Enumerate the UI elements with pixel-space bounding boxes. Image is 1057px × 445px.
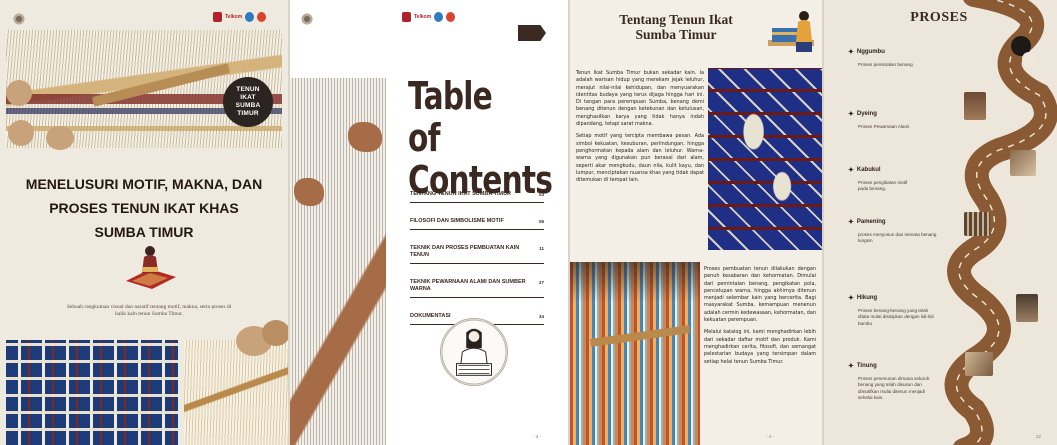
toc-item-page: 27 xyxy=(538,280,544,285)
page-number: 22 xyxy=(1036,434,1042,439)
step-name: Hikung xyxy=(856,295,878,301)
cover-title-line: PROSES TENUN IKAT KHAS xyxy=(49,200,239,216)
page-number: - 3 - xyxy=(533,434,542,439)
step-name: Tinung xyxy=(856,363,877,369)
sparkle-icon: ✦ xyxy=(848,167,854,174)
badge-line: TIMUR xyxy=(237,110,259,117)
toc-item-label: DOKUMENTASI xyxy=(410,313,451,319)
toc-heading: Table of Contents xyxy=(408,74,553,201)
loom-closeup-photo xyxy=(184,320,288,445)
flower-logo-icon xyxy=(300,12,314,26)
process-step: ✦ Dyeing Proses Pewarnaan Alami xyxy=(848,110,966,130)
toc-item-label: FILOSOFI DAN SIMBOLISME MOTIF xyxy=(410,218,504,224)
warping-photo xyxy=(964,212,990,236)
university-logo-icon xyxy=(434,12,444,22)
partner-logos: Telkom xyxy=(402,12,456,22)
process-step: ✦ Tinung Proses penenunan dimana seluruh … xyxy=(848,362,966,401)
weaving-woman-illustration xyxy=(440,318,508,386)
badge-line: SUMBA xyxy=(235,102,261,109)
cover-page[interactable]: Telkom TENUN IKAT SUMBA TIMUR MENELUSURI… xyxy=(0,0,288,445)
university-logo-icon xyxy=(245,12,255,22)
binding-photo xyxy=(1010,150,1036,176)
process-page[interactable]: PROSES ✦ Nggumbu Proses pemintalan benang… xyxy=(824,0,1057,445)
paragraph: Proses pembuatan tenun dilakukan dengan … xyxy=(704,266,816,324)
step-name: Nggumbu xyxy=(856,49,885,55)
weaving-photo xyxy=(965,352,993,376)
sparkle-icon: ✦ xyxy=(848,219,854,226)
toc-item-label: TEKNIK PEWARNAAN ALAMI DAN SUMBER WARNA xyxy=(410,279,526,292)
telkom-logo-text: Telkom xyxy=(414,14,432,20)
program-logo-icon xyxy=(446,12,456,22)
sparkle-icon: ✦ xyxy=(848,49,854,56)
step-name: Dyeing xyxy=(856,111,877,117)
toc-item[interactable]: FILOSOFI DAN SIMBOLISME MOTIF 06 xyxy=(410,215,544,230)
basket-center xyxy=(46,126,74,150)
cover-title-line: MENELUSURI MOTIF, MAKNA, DAN xyxy=(25,176,263,192)
arrow-tab-icon xyxy=(518,25,546,41)
about-page[interactable]: Tentang Tenun Ikat Sumba Timur Tenun Ika… xyxy=(570,0,822,445)
step-desc: Proses pengikatan motif pada benang. xyxy=(858,180,908,192)
process-step: ✦ Nggumbu Proses pemintalan benang xyxy=(848,48,966,68)
about-title: Tentang Tenun Ikat Sumba Timur xyxy=(592,12,760,42)
step-desc: Proses benang-benang yang telah ditata m… xyxy=(858,308,934,326)
ikat-motif-photo xyxy=(708,68,822,250)
cover-badge: TENUN IKAT SUMBA TIMUR xyxy=(223,77,273,127)
toc-item-label: TENTANG TENUN IKAT SUMBA TIMUR xyxy=(410,191,512,197)
process-step: ✦ Kabukul Proses pengikatan motif pada be… xyxy=(848,166,966,193)
loom-hands-photo xyxy=(290,78,386,445)
toc-item-page: 34 xyxy=(538,314,544,319)
toc-item[interactable]: TENTANG TENUN IKAT SUMBA TIMUR 03 xyxy=(410,188,544,203)
toc-item[interactable]: TEKNIK DAN PROSES PEMBUATAN KAIN TENUN 1… xyxy=(410,242,544,264)
step-desc: Proses pemintalan benang xyxy=(858,62,913,67)
telkom-logo-icon xyxy=(402,12,411,22)
colored-threads-photo xyxy=(570,262,700,445)
toc-page[interactable]: Telkom Table of Contents TENTANG TENUN I… xyxy=(290,0,568,445)
dyeing-photo xyxy=(964,92,986,120)
step-name: Pamening xyxy=(856,219,886,225)
badge-line: IKAT xyxy=(240,94,256,101)
about-process-text: Proses pembuatan tenun dilakukan dengan … xyxy=(704,266,816,366)
toc-item-page: 11 xyxy=(539,246,544,251)
about-title-line: Sumba Timur xyxy=(635,27,717,42)
hikung-photo xyxy=(1016,294,1038,322)
paragraph: Tenun Ikat Sumba Timur bukan sekadar kai… xyxy=(576,70,704,128)
toc-item-label: TEKNIK DAN PROSES PEMBUATAN KAIN TENUN xyxy=(410,245,520,258)
step-desc: Proses penenunan dimana seluruh benang y… xyxy=(858,376,930,400)
step-desc: Proses Pewarnaan Alami xyxy=(858,124,910,129)
telkom-logo-text: Telkom xyxy=(225,14,243,20)
program-logo-icon xyxy=(257,12,267,22)
sparkle-icon: ✦ xyxy=(848,295,854,302)
cotton-photo xyxy=(1022,52,1036,66)
weaver-illustration xyxy=(768,11,814,52)
toc-item-page: 06 xyxy=(538,219,544,224)
partner-logos: Telkom xyxy=(213,12,267,22)
page-number: - 4 - xyxy=(766,434,775,439)
ikat-fabric-photo xyxy=(6,340,178,445)
process-step: ✦ Pamening proses menyusun dan menata ben… xyxy=(848,218,966,245)
cover-subtitle: Sebuah rangkuman visual dan naratif tent… xyxy=(66,304,232,317)
telkom-logo-icon xyxy=(213,12,222,22)
process-title: PROSES xyxy=(910,10,968,25)
paragraph: Setiap motif yang tercipta membawa pesan… xyxy=(576,133,704,184)
step-desc: proses menyusun dan menata benang lungsi… xyxy=(858,232,937,244)
basket-left-lower xyxy=(8,120,34,146)
toc-item[interactable]: TEKNIK PEWARNAAN ALAMI DAN SUMBER WARNA … xyxy=(410,276,544,298)
flower-logo-icon xyxy=(12,12,26,26)
toc-heading-line: Table of xyxy=(408,74,493,160)
weaver-illustration xyxy=(126,246,176,289)
toc-item-page: 03 xyxy=(538,192,544,197)
paragraph: Melalui katalog ini, kami menghadirkan l… xyxy=(704,329,816,365)
sparkle-icon: ✦ xyxy=(848,111,854,118)
process-step: ✦ Hikung Proses benang-benang yang telah … xyxy=(848,294,966,327)
sparkle-icon: ✦ xyxy=(848,363,854,370)
basket-left xyxy=(6,80,32,106)
badge-line: TENUN xyxy=(236,86,260,93)
about-title-line: Tentang Tenun Ikat xyxy=(619,12,733,27)
cover-title: MENELUSURI MOTIF, MAKNA, DAN PROSES TENU… xyxy=(14,172,274,244)
toc-list: TENTANG TENUN IKAT SUMBA TIMUR 03 FILOSO… xyxy=(410,188,544,325)
about-intro-text: Tenun Ikat Sumba Timur bukan sekadar kai… xyxy=(576,70,704,184)
step-name: Kabukul xyxy=(856,167,881,173)
